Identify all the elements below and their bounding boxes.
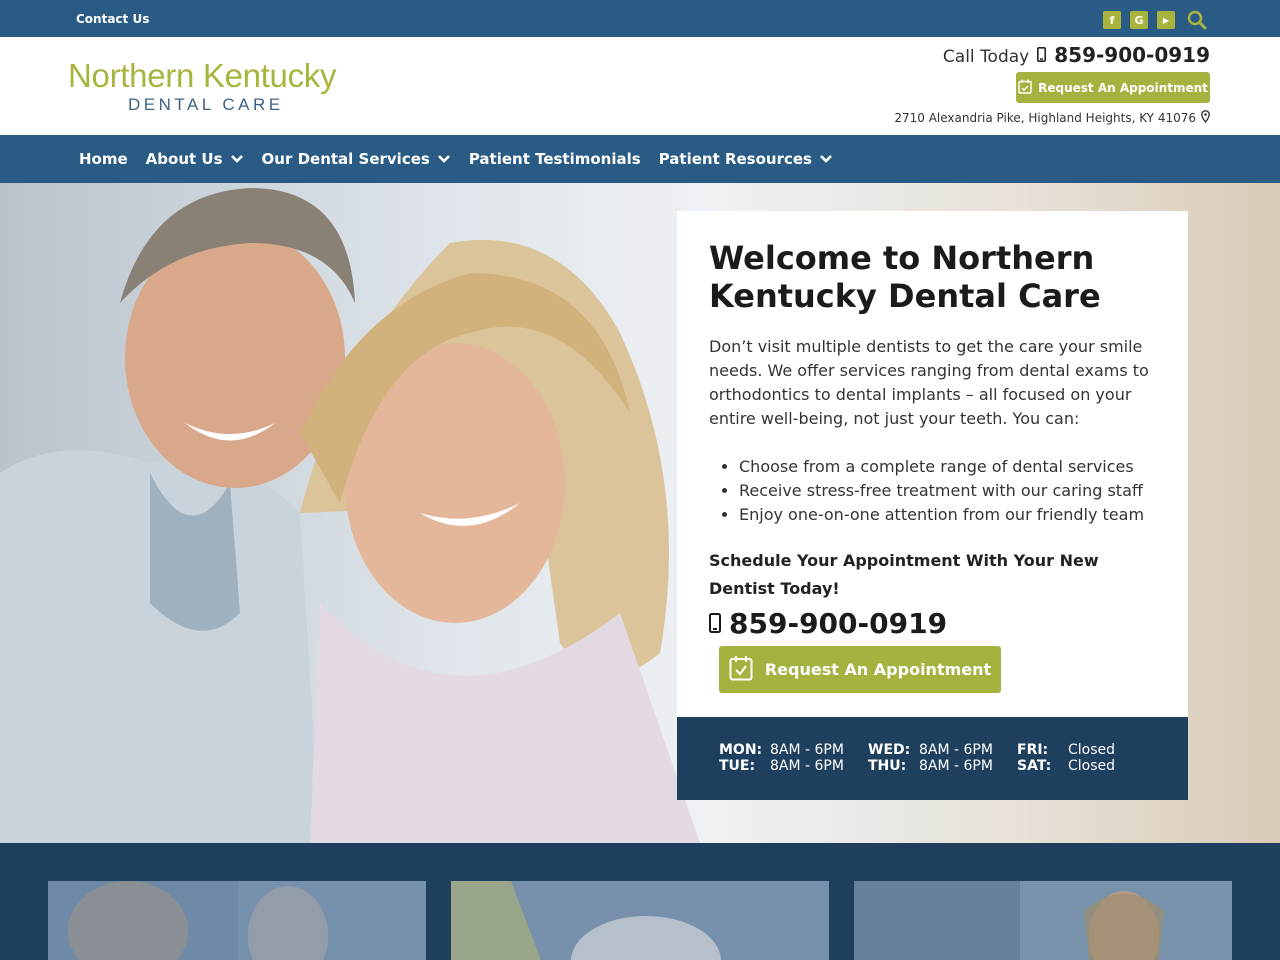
top-bar: Contact Us f G ▶ [0,0,1280,37]
hero-request-appointment-button[interactable]: Request An Appointment [719,646,1001,693]
main-nav: Home About Us Our Dental Services Patien… [0,135,1280,183]
hours-time: Closed [1068,742,1116,758]
list-item: Enjoy one-on-one attention from our frie… [739,503,1156,527]
facebook-icon[interactable]: f [1103,11,1121,29]
list-item: Choose from a complete range of dental s… [739,455,1156,479]
address-text: 2710 Alexandria Pike, Highland Heights, … [894,111,1196,125]
nav-item-patient-resources[interactable]: Patient Resources [659,150,833,168]
search-icon[interactable] [1187,10,1209,30]
nav-item-patient-testimonials[interactable]: Patient Testimonials [469,150,641,168]
service-tile-image [48,881,426,960]
call-today-label: Call Today [942,47,1030,67]
service-tile-image [451,881,829,960]
calendar-check-icon [1018,79,1032,97]
hours-time: Closed [1068,758,1116,774]
call-today: Call Today 859-900-0919 [943,43,1210,67]
chevron-down-icon [230,155,243,163]
google-icon[interactable]: G [1130,11,1148,29]
map-marker-icon [1201,110,1210,126]
hours-day: WED: [868,742,911,758]
hours-time: 8AM - 6PM [919,742,993,758]
schedule-text: Schedule Your Appointment With Your New … [709,551,1099,598]
service-tile[interactable] [451,881,829,960]
calendar-check-icon [729,655,753,685]
nav-item-about-us[interactable]: About Us [146,150,244,168]
welcome-intro: Don’t visit multiple dentists to get the… [709,337,1149,428]
welcome-card: Welcome to Northern Kentucky Dental Care… [677,211,1188,717]
hours-day: FRI: [1017,742,1049,758]
nav-item-dental-services[interactable]: Our Dental Services [262,150,451,168]
site-header: Northern Kentucky DENTAL CARE Call Today… [0,37,1280,135]
benefits-list: Choose from a complete range of dental s… [709,455,1156,527]
hours-day: SAT: [1017,758,1052,774]
hours-day: MON: [719,742,763,758]
nav-item-label: Patient Testimonials [468,150,641,168]
address: 2710 Alexandria Pike, Highland Heights, … [894,110,1210,126]
nav-item-label: About Us [145,150,223,168]
header-request-appointment-label: Request An Appointment [1038,80,1208,95]
hero-banner: Welcome to Northern Kentucky Dental Care… [0,183,1280,843]
contact-us-link[interactable]: Contact Us [76,12,149,26]
hours-day: TUE: [719,758,756,774]
hero-request-appointment-label: Request An Appointment [764,660,992,679]
phone-icon [1037,47,1047,66]
hours-time: 8AM - 6PM [770,758,844,774]
list-item: Receive stress-free treatment with our c… [739,479,1156,503]
nav-item-label: Patient Resources [658,150,812,168]
welcome-title: Welcome to Northern Kentucky Dental Care [709,239,1101,315]
logo-title[interactable]: Northern Kentucky [68,57,337,95]
office-hours: MON: 8AM - 6PM TUE: 8AM - 6PM WED: 8AM - 6P… [677,717,1188,800]
service-tile-image [854,881,1232,960]
chevron-down-icon [437,155,450,163]
header-phone-number[interactable]: 859-900-0919 [1054,43,1210,67]
hours-time: 8AM - 6PM [770,742,844,758]
social-links: f G ▶ [1103,10,1209,30]
youtube-icon[interactable]: ▶ [1157,11,1175,29]
nav-item-label: Our Dental Services [261,150,430,168]
hours-time: 8AM - 6PM [919,758,993,774]
service-tile[interactable] [854,881,1232,960]
phone-icon [709,607,721,640]
nav-item-label: Home [79,150,128,168]
chevron-down-icon [820,155,832,163]
hours-day: THU: [868,758,907,774]
header-request-appointment-button[interactable]: Request An Appointment [1016,72,1210,103]
nav-item-home[interactable]: Home [79,150,128,168]
hero-phone-number[interactable]: 859-900-0919 [729,607,947,640]
hero-phone[interactable]: 859-900-0919 [709,607,1156,640]
service-tile[interactable] [48,881,426,960]
logo-subtitle[interactable]: DENTAL CARE [128,95,284,115]
